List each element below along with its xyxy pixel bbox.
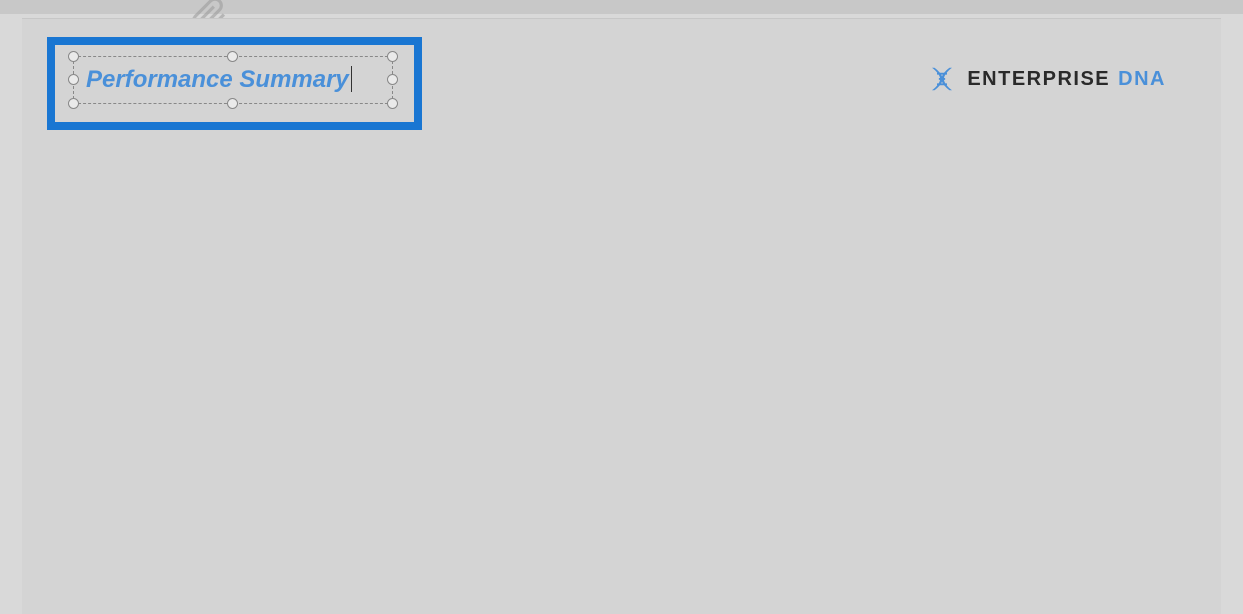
resize-handle-mid-right[interactable] xyxy=(387,74,398,85)
text-cursor xyxy=(351,66,352,92)
title-text[interactable]: Performance Summary xyxy=(86,66,352,94)
selection-highlight: Performance Summary xyxy=(47,37,422,130)
brand-logo-text: ENTERPRISE DNA xyxy=(967,68,1166,91)
title-text-value: Performance Summary xyxy=(86,66,349,93)
title-textbox[interactable]: Performance Summary xyxy=(73,56,393,104)
brand-logo: ENTERPRISE DNA xyxy=(927,64,1166,94)
resize-handle-top-center[interactable] xyxy=(227,51,238,62)
resize-handle-bottom-right[interactable] xyxy=(387,98,398,109)
top-bar xyxy=(0,0,1243,14)
resize-handle-bottom-center[interactable] xyxy=(227,98,238,109)
report-canvas[interactable]: Performance Summary ENTERPRISE DNA xyxy=(22,18,1221,614)
resize-handle-top-left[interactable] xyxy=(68,51,79,62)
resize-handle-bottom-left[interactable] xyxy=(68,98,79,109)
brand-word-2: DNA xyxy=(1118,68,1166,91)
resize-handle-top-right[interactable] xyxy=(387,51,398,62)
brand-word-1: ENTERPRISE xyxy=(967,68,1110,91)
dna-icon xyxy=(927,64,957,94)
resize-handle-mid-left[interactable] xyxy=(68,74,79,85)
